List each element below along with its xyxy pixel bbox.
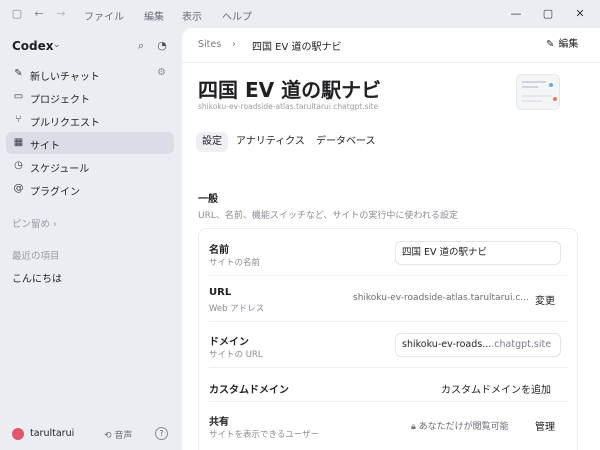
domain-suffix: .chatgpt.site — [491, 339, 552, 350]
sidebar-item-new-chat[interactable]: ✎ 新しいチャット ⚙ — [6, 63, 174, 85]
sidebar-item-label: スケジュール — [30, 164, 90, 175]
sidebar-item-plugins[interactable]: @ プラグイン — [6, 178, 174, 200]
chevron-down-icon[interactable]: ⌄ — [53, 40, 61, 50]
section-title: 一般 — [198, 194, 218, 205]
voice-button[interactable]: ⟲ 音声 — [104, 428, 132, 441]
close-icon[interactable]: ✕ — [572, 6, 588, 22]
chevron-right-icon: › — [232, 39, 236, 50]
plugin-icon: @ — [13, 183, 24, 194]
url-value: shikoku-ev-roadside-atlas.tarultarui.c..… — [353, 293, 529, 303]
row-divider — [209, 275, 569, 276]
recent-item[interactable]: こんにちは — [12, 270, 62, 285]
menu-view[interactable]: 表示 — [182, 8, 202, 23]
setting-label: URL — [209, 287, 232, 298]
title-bar: ▢ ← → ファイル 編集 表示 ヘルプ — ▢ ✕ — [0, 0, 600, 28]
sidebar-item-label: プルリクエスト — [30, 118, 100, 129]
pull-request-icon: ⑂ — [15, 114, 22, 125]
sidebar-item-projects[interactable]: ▭ プロジェクト — [6, 86, 174, 108]
folder-icon: ▭ — [13, 91, 24, 102]
edit-label: 編集 — [558, 39, 579, 50]
edit-icon: ✎ — [14, 68, 23, 79]
tab-analytics[interactable]: アナリティクス — [230, 132, 311, 152]
maximize-icon[interactable]: ▢ — [540, 6, 556, 22]
help-icon[interactable]: ? — [155, 427, 168, 440]
settings-icon[interactable]: ⚙ — [157, 67, 166, 78]
row-divider — [209, 401, 569, 402]
minimize-icon[interactable]: — — [508, 6, 524, 22]
bell-icon[interactable]: ◔ — [155, 39, 169, 53]
sidebar-item-label: 新しいチャット — [30, 72, 100, 83]
search-icon[interactable]: ⌕ — [134, 39, 148, 53]
setting-help: Web アドレス — [209, 304, 265, 314]
microphone-icon: ⟲ — [104, 431, 112, 441]
menu-help[interactable]: ヘルプ — [222, 8, 252, 23]
row-divider — [209, 321, 569, 322]
main-panel: Sites › 四国 EV 道の駅ナビ ✎ 編集 四国 EV 道の駅ナビ shik… — [182, 28, 600, 450]
setting-label: 共有 — [209, 417, 229, 428]
pinned-section-toggle[interactable]: ピン留め › — [12, 216, 57, 230]
sidebar-footer: tarultarui ⟲ 音声 ? — [0, 420, 182, 450]
recent-section-label: 最近の項目 — [12, 251, 60, 262]
sidebar-item-schedule[interactable]: ◷ スケジュール — [6, 155, 174, 177]
setting-help: サイトを表示できるユーザー — [209, 430, 320, 440]
name-field[interactable]: 四国 EV 道の駅ナビ — [395, 241, 561, 265]
voice-label: 音声 — [114, 431, 133, 441]
avatar[interactable] — [12, 428, 24, 440]
change-url-button[interactable]: 変更 — [535, 292, 555, 307]
sidebar-toggle-icon[interactable]: ▢ — [10, 7, 24, 21]
site-icon: ▦ — [13, 137, 24, 148]
site-thumbnail[interactable] — [516, 74, 560, 110]
breadcrumb-current: 四国 EV 道の駅ナビ — [252, 42, 342, 53]
breadcrumb-root[interactable]: Sites — [198, 39, 221, 50]
setting-help: サイトの名前 — [209, 258, 261, 268]
header-divider — [182, 62, 600, 63]
pinned-label: ピン留め — [12, 219, 51, 230]
domain-value: shikoku-ev-roads... — [402, 339, 492, 350]
edit-button[interactable]: ✎ 編集 — [540, 35, 590, 55]
tab-settings[interactable]: 設定 — [196, 132, 228, 152]
setting-label: ドメイン — [209, 337, 249, 348]
tab-database[interactable]: データベース — [310, 132, 382, 152]
sidebar-item-label: サイト — [30, 141, 60, 152]
site-url: shikoku-ev-roadside-atlas.tarultarui.cha… — [198, 102, 379, 111]
setting-label: カスタムドメイン — [209, 385, 289, 396]
app-brand[interactable]: Codex — [12, 39, 54, 53]
menu-file[interactable]: ファイル — [84, 8, 124, 23]
sharing-status-text: あなただけが閲覧可能 — [418, 422, 509, 432]
clock-icon: ◷ — [14, 160, 23, 171]
lock-icon: 🔒︎ — [411, 422, 416, 432]
sidebar: Codex ⌄ ⌕ ◔ ✎ 新しいチャット ⚙ ▭ プロジェクト ⑂ プルリクエ… — [0, 28, 182, 450]
settings-card: 名前 サイトの名前 四国 EV 道の駅ナビ URL Web アドレス shiko… — [198, 228, 578, 450]
chevron-right-icon: › — [53, 219, 57, 230]
sidebar-item-sites[interactable]: ▦ サイト — [6, 132, 174, 154]
sidebar-item-pull-requests[interactable]: ⑂ プルリクエスト — [6, 109, 174, 131]
domain-field[interactable]: shikoku-ev-roads....chatgpt.site — [395, 333, 561, 357]
setting-help: サイトの URL — [209, 350, 263, 360]
page-title: 四国 EV 道の駅ナビ — [198, 78, 382, 102]
setting-label: 名前 — [209, 245, 229, 256]
menu-edit[interactable]: 編集 — [144, 8, 164, 23]
user-name[interactable]: tarultarui — [30, 428, 74, 439]
forward-arrow-icon[interactable]: → — [54, 7, 68, 21]
sharing-status: 🔒︎ あなただけが閲覧可能 — [411, 419, 509, 432]
sidebar-item-label: プロジェクト — [30, 95, 90, 106]
section-description: URL、名前、機能スイッチなど、サイトの実行中に使われる設定 — [198, 211, 458, 221]
row-divider — [209, 367, 569, 368]
sidebar-item-label: プラグイン — [30, 187, 80, 198]
back-arrow-icon[interactable]: ← — [32, 7, 46, 21]
add-custom-domain-button[interactable]: カスタムドメインを追加 — [441, 381, 551, 396]
manage-sharing-button[interactable]: 管理 — [535, 418, 555, 433]
pencil-icon: ✎ — [546, 39, 555, 50]
